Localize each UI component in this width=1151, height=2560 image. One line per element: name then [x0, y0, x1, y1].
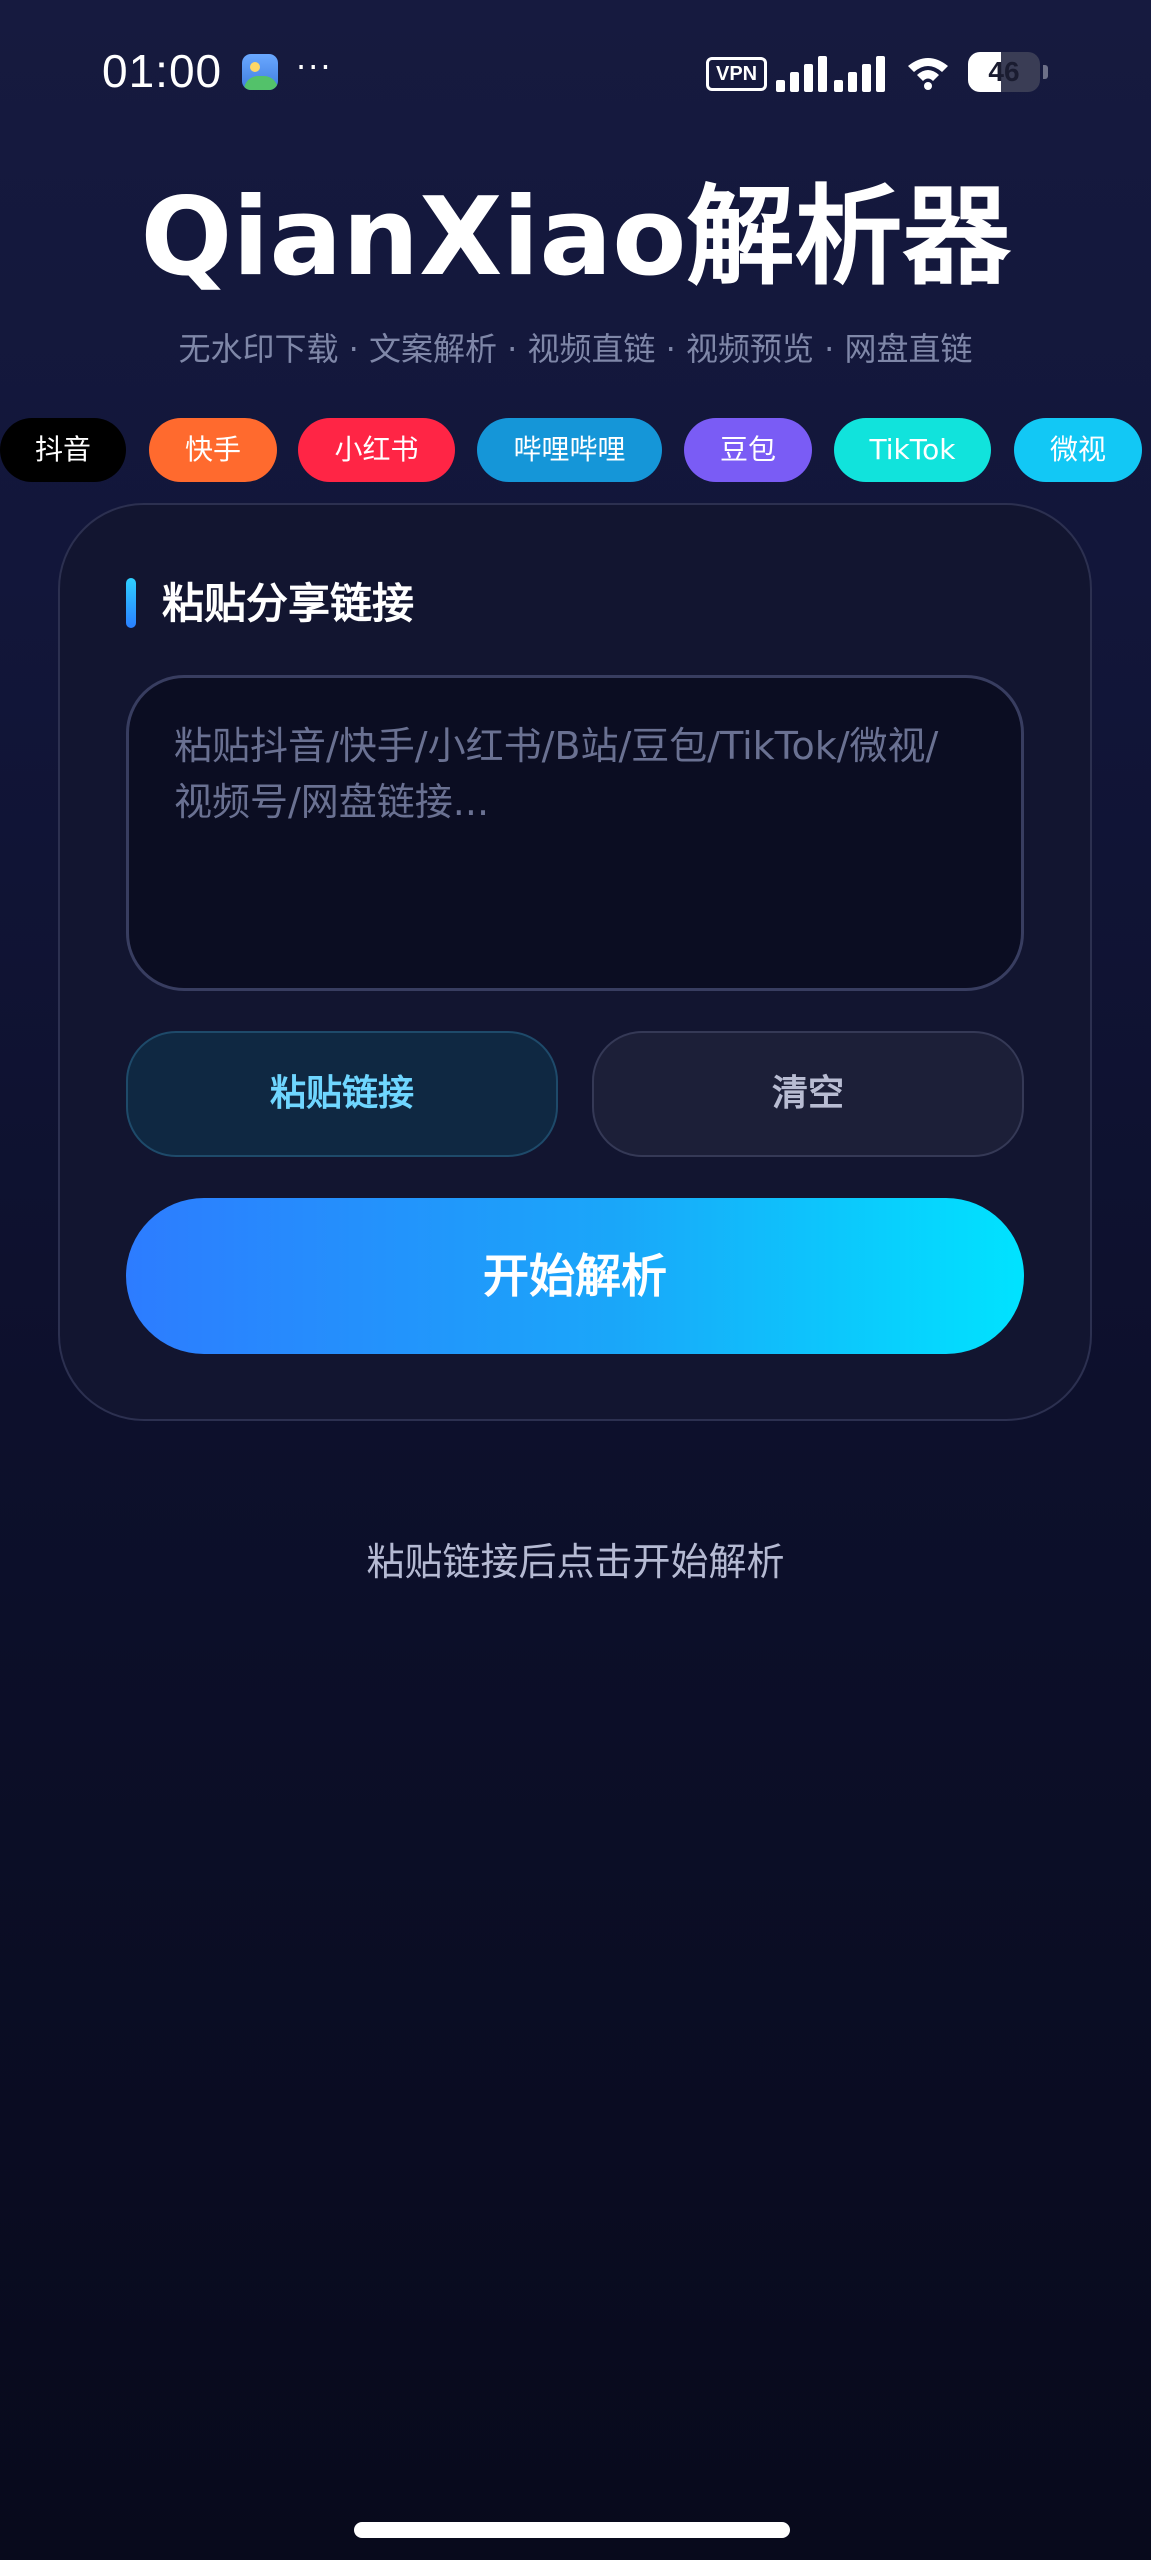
status-bar: 01:00 ··· VPN 46	[0, 0, 1151, 140]
battery-icon: 46	[968, 52, 1050, 92]
hint-text: 粘贴链接后点击开始解析	[366, 1540, 785, 1584]
platform-chips: 抖音 快手 小红书 哔哩哔哩 豆包 TikTok 微视	[0, 418, 1151, 482]
link-input-placeholder: 粘贴抖音/快手/小红书/B站/豆包/TikTok/微视/视频号/网盘链接...	[174, 724, 939, 824]
battery-level: 46	[988, 56, 1020, 87]
section-title: 粘贴分享链接	[162, 579, 415, 628]
paste-link-button[interactable]: 粘贴链接	[126, 1031, 558, 1157]
gallery-icon	[242, 54, 278, 90]
section-accent-bar	[126, 578, 136, 628]
home-indicator[interactable]	[354, 2522, 790, 2538]
chip-doubao[interactable]: 豆包	[684, 418, 812, 482]
clear-button[interactable]: 清空	[592, 1031, 1024, 1157]
wifi-icon	[908, 58, 948, 90]
start-parse-button[interactable]: 开始解析	[126, 1198, 1024, 1354]
chip-bilibili[interactable]: 哔哩哔哩	[477, 418, 662, 482]
chip-kuaishou[interactable]: 快手	[149, 418, 277, 482]
battery-body: 46	[968, 52, 1040, 92]
signal-bars-icon	[776, 56, 885, 92]
gallery-icon-hill	[244, 76, 278, 90]
battery-cap	[1043, 65, 1048, 79]
status-time: 01:00	[102, 45, 223, 97]
vpn-badge: VPN	[706, 57, 768, 91]
chip-xiaohongshu[interactable]: 小红书	[298, 418, 455, 482]
more-dots-icon: ···	[296, 48, 333, 86]
gallery-icon-sun	[250, 62, 260, 72]
chip-douyin[interactable]: 抖音	[0, 418, 126, 482]
chip-tiktok[interactable]: TikTok	[834, 418, 991, 482]
chip-weishi[interactable]: 微视	[1014, 418, 1142, 482]
app-title: QianXiao解析器	[140, 175, 1011, 300]
app-subtitle: 无水印下载 · 文案解析 · 视频直链 · 视频预览 · 网盘直链	[178, 330, 973, 368]
